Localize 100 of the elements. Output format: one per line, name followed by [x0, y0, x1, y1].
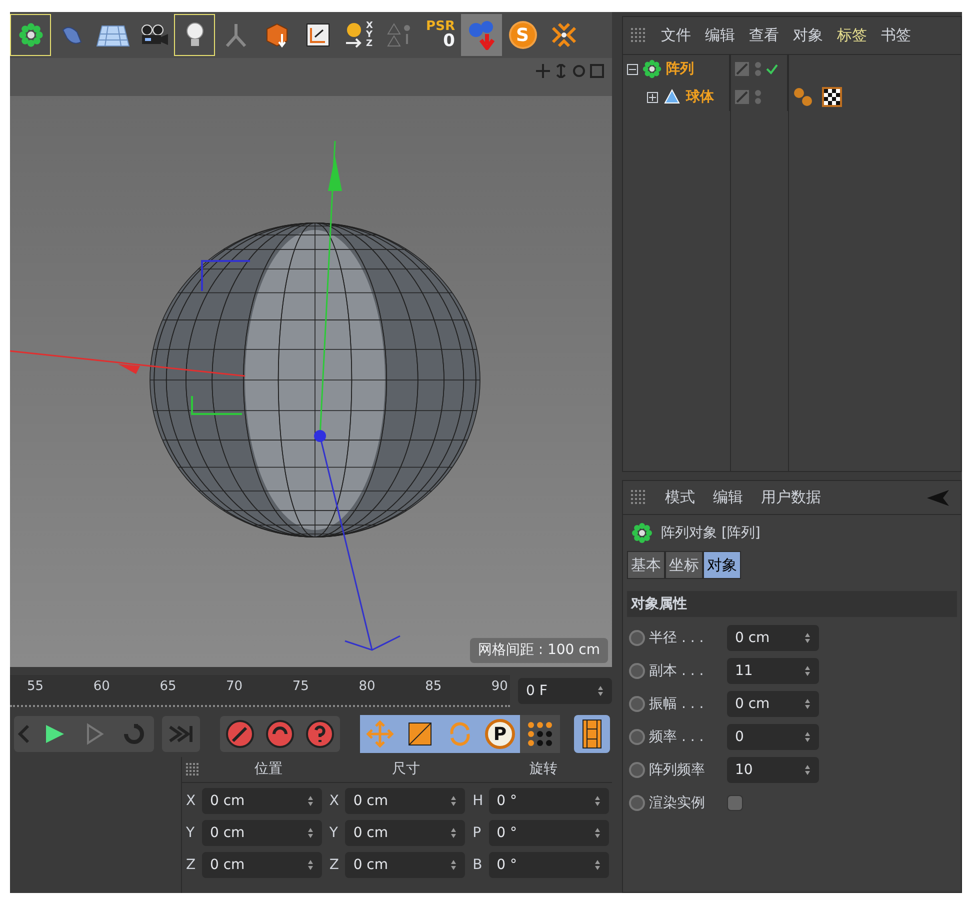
collapse-arrows-icon: [550, 22, 576, 48]
number-field[interactable]: 0 cm: [345, 820, 466, 846]
spinner-arrows-icon[interactable]: [307, 859, 314, 871]
spinner-arrows-icon[interactable]: [804, 764, 811, 776]
toolbar-button[interactable]: [10, 14, 51, 56]
checker-material-tag-icon[interactable]: [822, 87, 842, 107]
zoom-view-icon[interactable]: [554, 64, 568, 78]
rotate-view-icon[interactable]: [572, 64, 586, 78]
menu-item[interactable]: 编辑: [713, 486, 743, 509]
viewport[interactable]: 网格间距 : 100 cm: [10, 58, 612, 667]
animation-key-radio[interactable]: [629, 795, 645, 811]
animation-key-radio[interactable]: [629, 630, 645, 646]
tab[interactable]: 基本: [627, 551, 665, 579]
animation-key-radio[interactable]: [629, 729, 645, 745]
spinner-arrows-icon[interactable]: [804, 632, 811, 644]
menu-item[interactable]: 文件: [661, 24, 691, 47]
object-name[interactable]: 球体: [686, 86, 714, 108]
frame-tick-label: 70: [226, 678, 243, 696]
axis-label: B: [472, 856, 484, 874]
toolbar-button[interactable]: XYZ: [338, 14, 379, 56]
frame-tick-label: 80: [358, 678, 376, 696]
number-field[interactable]: 0 cm: [345, 788, 466, 814]
spinner-arrows-icon[interactable]: [804, 698, 811, 710]
number-field[interactable]: 0 cm: [727, 625, 819, 651]
phong-tag-icon[interactable]: [792, 86, 814, 108]
number-field[interactable]: 0 °: [488, 820, 609, 846]
panel-grip-icon[interactable]: [631, 28, 647, 44]
film-strip-icon: [582, 719, 602, 749]
number-field[interactable]: 0 cm: [202, 852, 322, 878]
axis-label: Z: [186, 856, 197, 874]
number-field[interactable]: 0: [727, 724, 819, 750]
menu-item[interactable]: 对象: [793, 24, 823, 47]
axis-label: H: [472, 792, 484, 810]
spinner-arrows-icon[interactable]: [450, 795, 458, 807]
menu-item[interactable]: 模式: [665, 486, 695, 509]
move-arrows-icon: [366, 720, 394, 748]
spinner-arrows-icon[interactable]: [804, 665, 811, 677]
menu-item[interactable]: 编辑: [705, 24, 735, 47]
spinner-arrows-icon[interactable]: [307, 827, 314, 839]
spinner-arrows-icon[interactable]: [594, 859, 601, 871]
timeline-ruler[interactable]: 55 60 65 70 75 80 85 90: [10, 675, 510, 707]
check-icon[interactable]: [766, 63, 778, 75]
spinner-arrows-icon[interactable]: [450, 859, 458, 871]
number-field[interactable]: 0 °: [488, 788, 609, 814]
spinner-arrows-icon[interactable]: [594, 827, 601, 839]
parameter-label: 半径 . . .: [649, 628, 705, 648]
expand-toggle[interactable]: [647, 92, 658, 102]
number-field[interactable]: 10: [727, 757, 819, 783]
axis-label: Y: [329, 824, 339, 842]
parameter-label: 阵列频率: [649, 760, 706, 780]
object-title: 阵列对象 [阵列]: [661, 524, 760, 542]
frame-tick-label: 75: [292, 678, 309, 696]
bake-box-icon: [264, 22, 290, 48]
number-field[interactable]: 0 °: [488, 852, 609, 878]
parameter-label: 振幅 . . .: [649, 694, 705, 714]
panel-grip-icon[interactable]: [631, 490, 647, 506]
move-view-icon[interactable]: [536, 64, 550, 78]
animation-key-radio[interactable]: [629, 663, 645, 679]
maximize-view-icon[interactable]: [590, 64, 604, 78]
array-icon: [642, 59, 662, 79]
toolbar-button[interactable]: PSR 0: [420, 14, 461, 56]
mode-button[interactable]: P: [480, 715, 520, 753]
checkbox[interactable]: [727, 795, 743, 811]
spinner-arrows-icon[interactable]: [597, 685, 604, 697]
panel-grip-icon[interactable]: [186, 762, 200, 776]
menu-item[interactable]: 查看: [749, 24, 779, 47]
snap-icon: [386, 22, 412, 48]
spinner-arrows-icon[interactable]: [804, 731, 811, 743]
camera-icon: [138, 22, 168, 48]
frame-tick-label: 85: [425, 678, 442, 696]
tab[interactable]: 对象: [703, 551, 741, 579]
layer-slash-icon[interactable]: [734, 89, 750, 105]
toolbar-button[interactable]: [174, 14, 215, 56]
menu-item[interactable]: 用户数据: [761, 486, 821, 509]
column-header: 位置: [254, 760, 284, 779]
spinner-arrows-icon[interactable]: [594, 795, 601, 807]
visibility-dots-icon[interactable]: [754, 89, 762, 105]
number-field[interactable]: 0 cm: [202, 788, 322, 814]
tab[interactable]: 坐标: [665, 551, 703, 579]
object-name[interactable]: 阵列: [666, 58, 694, 80]
number-field[interactable]: 0 cm: [345, 852, 466, 878]
animation-key-radio[interactable]: [629, 696, 645, 712]
collapse-toggle[interactable]: [627, 64, 638, 74]
spinner-arrows-icon[interactable]: [450, 827, 458, 839]
axis-label: Z: [329, 856, 340, 874]
menu-item[interactable]: 标签: [837, 24, 867, 47]
visibility-dots-icon[interactable]: [754, 61, 762, 77]
layer-slash-icon[interactable]: [734, 61, 750, 77]
menu-item[interactable]: 书签: [881, 24, 911, 47]
dot-grid-icon: [527, 721, 553, 747]
spinner-arrows-icon[interactable]: [307, 795, 314, 807]
number-field[interactable]: 0 cm: [202, 820, 322, 846]
timeline-toggle-button[interactable]: [574, 715, 610, 753]
number-field[interactable]: 0 cm: [727, 691, 819, 717]
axis-label: P: [472, 824, 482, 842]
column-header: 尺寸: [390, 760, 421, 779]
number-field[interactable]: 11: [727, 658, 819, 684]
section-header: 对象属性: [627, 591, 957, 617]
animation-key-radio[interactable]: [629, 762, 645, 778]
number-field[interactable]: 0 F: [518, 678, 612, 704]
